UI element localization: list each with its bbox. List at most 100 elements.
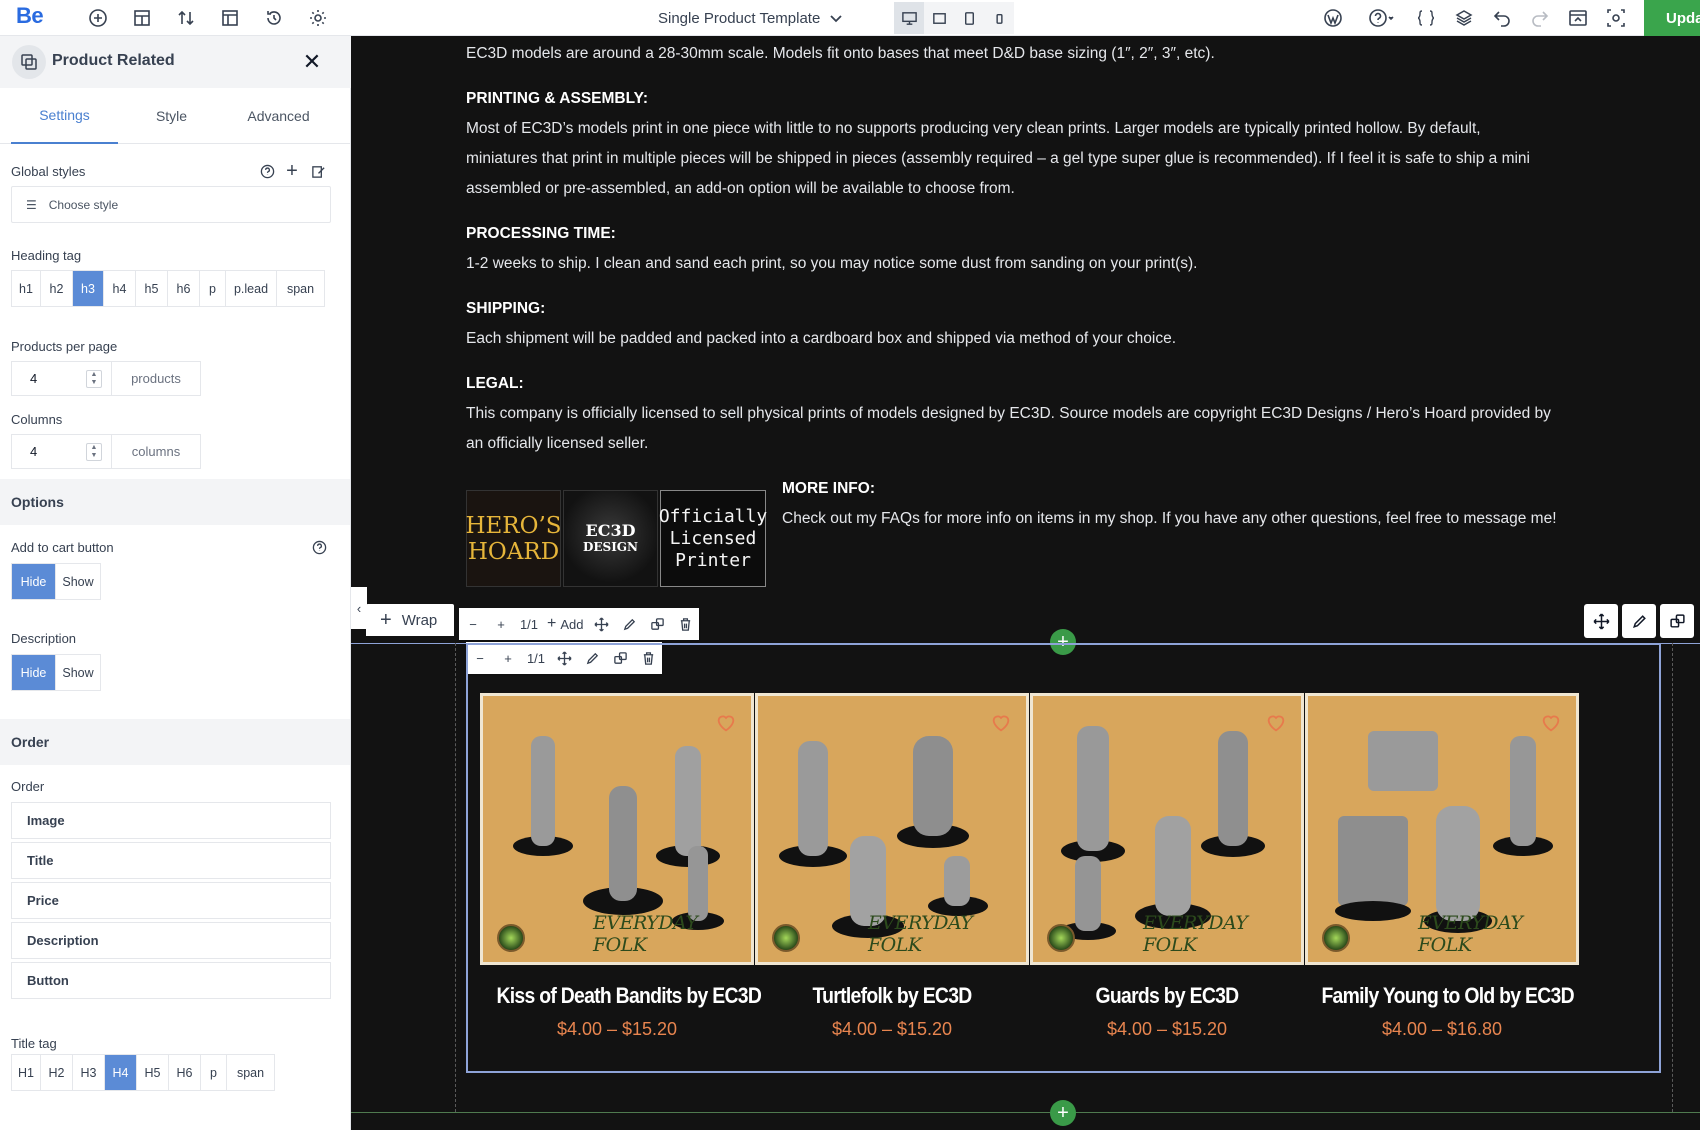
- move-icon[interactable]: [1584, 604, 1618, 638]
- wrap-button[interactable]: + Wrap: [366, 604, 454, 636]
- product-image[interactable]: EVERYDAY FOLK: [755, 693, 1029, 965]
- product-title[interactable]: Family Young to Old by EC3D: [1321, 983, 1574, 1009]
- title-tag-h4[interactable]: H4: [105, 1055, 137, 1090]
- heading-tag-h3[interactable]: h3: [73, 271, 104, 306]
- options-section[interactable]: Options: [0, 479, 350, 525]
- wishlist-heart-icon[interactable]: [715, 712, 737, 734]
- heading-tag-h5[interactable]: h5: [136, 271, 168, 306]
- template-icon[interactable]: [217, 5, 243, 31]
- template-selector[interactable]: Single Product Template: [658, 0, 844, 36]
- order-item-button[interactable]: Button: [11, 962, 331, 999]
- ratio-label[interactable]: 1/1: [515, 608, 543, 640]
- tab-settings[interactable]: Settings: [11, 88, 118, 144]
- product-card[interactable]: EVERYDAY FOLK Guards by EC3D $4.00 – $15…: [1030, 693, 1304, 1040]
- product-title[interactable]: Turtlefolk by EC3D: [771, 983, 1012, 1009]
- product-image[interactable]: EVERYDAY FOLK: [1030, 693, 1304, 965]
- wishlist-heart-icon[interactable]: [1265, 712, 1287, 734]
- heading-tag-p[interactable]: p: [200, 271, 226, 306]
- plus-icon[interactable]: +: [487, 608, 515, 640]
- description-label: Description: [11, 631, 77, 646]
- help-circle-icon[interactable]: [310, 538, 328, 556]
- order-section[interactable]: Order: [0, 719, 350, 765]
- tablet-view-icon[interactable]: [954, 2, 984, 34]
- title-tag-h1[interactable]: H1: [12, 1055, 41, 1090]
- products-per-page-input[interactable]: 4 ▲ ▼: [12, 362, 112, 395]
- edit-pencil-icon[interactable]: [1622, 604, 1656, 638]
- title-tag-h3[interactable]: H3: [73, 1055, 105, 1090]
- product-title[interactable]: Kiss of Death Bandits by EC3D: [496, 983, 761, 1009]
- add-section-below-button[interactable]: +: [1050, 1100, 1076, 1126]
- custom-code-icon[interactable]: [1413, 5, 1439, 31]
- add-to-cart-show[interactable]: Show: [56, 564, 100, 599]
- title-tag-h2[interactable]: H2: [41, 1055, 73, 1090]
- update-button[interactable]: Upda: [1644, 0, 1700, 36]
- duplicate-icon[interactable]: [1660, 604, 1694, 638]
- stepper-icon[interactable]: ▲ ▼: [86, 442, 102, 461]
- product-related-grid[interactable]: EVERYDAY FOLK Kiss of Death Bandits by E…: [466, 643, 1661, 1073]
- collapse-panel-icon[interactable]: ‹: [351, 587, 367, 629]
- close-icon[interactable]: ✕: [300, 50, 324, 74]
- preview-eye-icon[interactable]: [1603, 5, 1629, 31]
- edit-style-icon[interactable]: [309, 162, 327, 180]
- description-hide[interactable]: Hide: [12, 655, 56, 690]
- layout-icon[interactable]: [129, 5, 155, 31]
- heading-tag-h4[interactable]: h4: [104, 271, 136, 306]
- order-item-title[interactable]: Title: [11, 842, 331, 879]
- tab-advanced[interactable]: Advanced: [225, 88, 332, 144]
- settings-gear-icon[interactable]: [305, 5, 331, 31]
- wishlist-heart-icon[interactable]: [990, 712, 1012, 734]
- help-circle-icon[interactable]: [258, 162, 276, 180]
- add-element-icon[interactable]: [85, 5, 111, 31]
- heading-tag-h2[interactable]: h2: [41, 271, 73, 306]
- tab-style[interactable]: Style: [118, 88, 225, 144]
- desktop-view-icon[interactable]: [894, 2, 924, 34]
- redo-icon[interactable]: [1527, 5, 1553, 31]
- heading-tag-h6[interactable]: h6: [168, 271, 200, 306]
- add-to-cart-hide[interactable]: Hide: [12, 564, 56, 599]
- description-show[interactable]: Show: [56, 655, 100, 690]
- wishlist-heart-icon[interactable]: [1540, 712, 1562, 734]
- title-tag-h5[interactable]: H5: [137, 1055, 169, 1090]
- columns-input[interactable]: 4 ▲ ▼: [12, 435, 112, 468]
- order-item-price[interactable]: Price: [11, 882, 331, 919]
- title-tag-h6[interactable]: H6: [169, 1055, 201, 1090]
- product-card[interactable]: EVERYDAY FOLK Family Young to Old by EC3…: [1305, 693, 1579, 1040]
- gem-emblem-icon: [1047, 924, 1075, 952]
- add-style-icon[interactable]: +: [283, 160, 301, 182]
- mobile-view-icon[interactable]: [984, 2, 1014, 34]
- ec3d-line-2: DESIGN: [582, 539, 639, 554]
- product-image[interactable]: EVERYDAY FOLK: [480, 693, 754, 965]
- shipping-heading: SHIPPING:: [466, 300, 546, 317]
- add-button[interactable]: + Add: [543, 608, 587, 640]
- order-item-description[interactable]: Description: [11, 922, 331, 959]
- undo-icon[interactable]: [1489, 5, 1515, 31]
- heading-tag-h1[interactable]: h1: [12, 271, 41, 306]
- trash-icon[interactable]: [671, 608, 699, 640]
- product-card[interactable]: EVERYDAY FOLK Kiss of Death Bandits by E…: [480, 693, 762, 1040]
- laptop-view-icon[interactable]: [924, 2, 954, 34]
- order-item-image[interactable]: Image: [11, 802, 331, 839]
- stepper-icon[interactable]: ▲ ▼: [86, 369, 102, 388]
- preview-window-icon[interactable]: [1565, 5, 1591, 31]
- product-image[interactable]: EVERYDAY FOLK: [1305, 693, 1579, 965]
- title-tag-p[interactable]: p: [201, 1055, 227, 1090]
- title-tag-span[interactable]: span: [227, 1055, 274, 1090]
- edit-pencil-icon[interactable]: [615, 608, 643, 640]
- product-card[interactable]: EVERYDAY FOLK Turtlefolk by EC3D $4.00 –…: [755, 693, 1029, 1040]
- heading-tag-plead[interactable]: p.lead: [226, 271, 277, 306]
- gem-emblem-icon: [497, 924, 525, 952]
- choose-style-select[interactable]: ☰ Choose style: [11, 186, 331, 223]
- heading-tag-span[interactable]: span: [277, 271, 324, 306]
- sort-icon[interactable]: [173, 5, 199, 31]
- product-price: $4.00 – $15.20: [1106, 1019, 1228, 1039]
- duplicate-icon[interactable]: [643, 608, 671, 640]
- layers-icon[interactable]: [1451, 5, 1477, 31]
- legal-line-1: This company is officially licensed to s…: [466, 405, 1551, 422]
- minus-icon[interactable]: −: [459, 608, 487, 640]
- product-title[interactable]: Guards by EC3D: [1046, 983, 1287, 1009]
- history-icon[interactable]: [261, 5, 287, 31]
- help-icon[interactable]: [1364, 5, 1400, 31]
- wordpress-icon[interactable]: [1320, 5, 1346, 31]
- move-icon[interactable]: [587, 608, 615, 640]
- app-logo[interactable]: Be: [16, 3, 44, 29]
